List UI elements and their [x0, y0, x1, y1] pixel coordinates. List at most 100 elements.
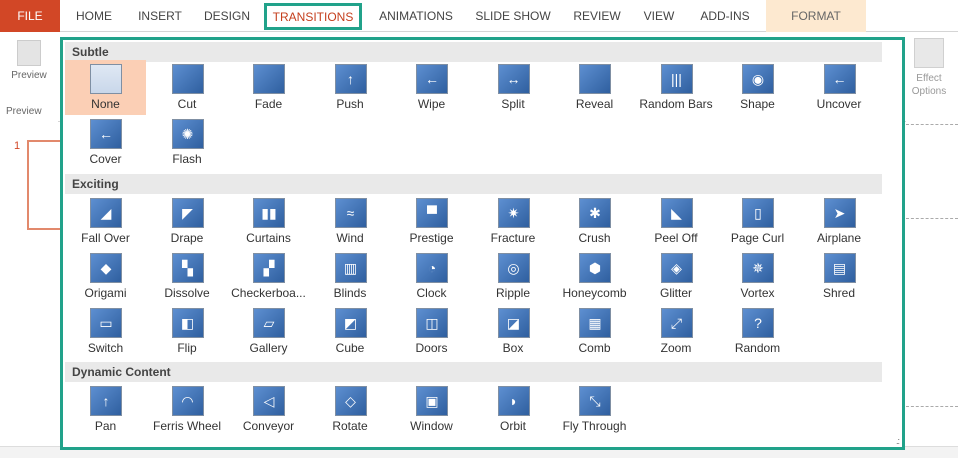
tab-insert[interactable]: INSERT	[130, 0, 190, 32]
transition-window[interactable]: ▣ Window	[391, 382, 472, 437]
transitions-gallery: .: Subtle None Cut Fade ↑ Push ← Wipe ↔ Split Reve…	[60, 37, 905, 450]
transition-label: Ripple	[495, 286, 531, 300]
transition-label: Curtains	[246, 231, 291, 245]
transition-shred[interactable]: ▤ Shred	[799, 249, 880, 304]
transition-zoom[interactable]: ⤢ Zoom	[636, 304, 717, 359]
transition-crush[interactable]: ✱ Crush	[554, 194, 635, 249]
transition-box[interactable]: ◪ Box	[473, 304, 554, 359]
transition-prestige[interactable]: ▀ Prestige	[391, 194, 472, 249]
transition-checkerboard[interactable]: ▞ Checkerboa...	[228, 249, 309, 304]
transition-curtains[interactable]: ▮▮ Curtains	[228, 194, 309, 249]
transition-flash[interactable]: ✺ Flash	[147, 115, 228, 170]
conveyor-icon: ◁	[253, 386, 285, 416]
transition-peel-off[interactable]: ◣ Peel Off	[636, 194, 717, 249]
page-curl-icon: ▯	[742, 198, 774, 228]
transition-comb[interactable]: ▦ Comb	[554, 304, 635, 359]
transition-wind[interactable]: ≈ Wind	[310, 194, 391, 249]
slide-thumbnail[interactable]	[27, 140, 61, 230]
transition-random-bars[interactable]: ||| Random Bars	[636, 60, 717, 115]
transition-glitter[interactable]: ◈ Glitter	[636, 249, 717, 304]
transition-honeycomb[interactable]: ⬢ Honeycomb	[554, 249, 635, 304]
transition-origami[interactable]: ◆ Origami	[65, 249, 146, 304]
slide-number: 1	[14, 140, 21, 152]
fall-over-icon: ◢	[90, 198, 122, 228]
transition-drape[interactable]: ◤ Drape	[147, 194, 228, 249]
glitter-icon: ◈	[660, 253, 693, 283]
transition-fall-over[interactable]: ◢ Fall Over	[65, 194, 146, 249]
transition-flip[interactable]: ◧ Flip	[147, 304, 228, 359]
tab-format[interactable]: FORMAT	[766, 0, 866, 32]
transition-blinds[interactable]: ▥ Blinds	[310, 249, 391, 304]
transition-fracture[interactable]: ✷ Fracture	[473, 194, 554, 249]
honeycomb-icon: ⬢	[579, 253, 611, 283]
transition-split[interactable]: ↔ Split	[473, 60, 554, 115]
shred-icon: ▤	[823, 253, 856, 283]
transition-switch[interactable]: ▭ Switch	[65, 304, 146, 359]
transition-label: Clock	[416, 286, 447, 300]
transition-none[interactable]: None	[65, 60, 146, 115]
transition-label: Switch	[87, 341, 124, 355]
transition-label: Push	[336, 97, 364, 111]
push-icon: ↑	[334, 64, 367, 94]
tab-design[interactable]: DESIGN	[196, 0, 258, 32]
transition-label: Comb	[578, 341, 611, 355]
effect-options-button[interactable]: Effect Options	[906, 38, 952, 98]
zoom-icon: ⤢	[660, 308, 693, 338]
tab-animations[interactable]: ANIMATIONS	[370, 0, 462, 32]
transition-ripple[interactable]: ◎ Ripple	[473, 249, 554, 304]
transition-gallery[interactable]: ▱ Gallery	[228, 304, 309, 359]
transition-cube[interactable]: ◩ Cube	[310, 304, 391, 359]
tab-transitions[interactable]: TRANSITIONS	[264, 3, 362, 30]
tab-home[interactable]: HOME	[64, 0, 124, 32]
transition-dissolve[interactable]: ▚ Dissolve	[147, 249, 228, 304]
peel-off-icon: ◣	[660, 198, 693, 228]
transition-clock[interactable]: ◔ Clock	[391, 249, 472, 304]
transition-label: Gallery	[249, 341, 288, 355]
transition-ferris-wheel[interactable]: ◠ Ferris Wheel	[147, 382, 228, 437]
transition-wipe[interactable]: ← Wipe	[391, 60, 472, 115]
transition-label: Peel Off	[654, 231, 698, 245]
resize-grip-icon[interactable]: .:	[896, 436, 900, 446]
uncover-icon: ←	[823, 64, 856, 94]
transition-label: Drape	[170, 231, 204, 245]
tab-view[interactable]: VIEW	[636, 0, 682, 32]
fade-icon	[253, 64, 285, 94]
tab-file[interactable]: FILE	[0, 0, 60, 32]
transition-label: Zoom	[660, 341, 692, 355]
transition-label: Conveyor	[242, 419, 295, 433]
transition-orbit[interactable]: ◗ Orbit	[473, 382, 554, 437]
transition-reveal[interactable]: Reveal	[554, 60, 635, 115]
transition-fade[interactable]: Fade	[228, 60, 309, 115]
transition-label: Orbit	[499, 419, 526, 433]
transition-random[interactable]: ? Random	[717, 304, 798, 359]
transition-doors[interactable]: ◫ Doors	[391, 304, 472, 359]
ribbon-tab-bar: FILE HOME INSERT DESIGN TRANSITIONS ANIM…	[0, 0, 958, 32]
transition-label: Prestige	[409, 231, 454, 245]
preview-group-label: Preview	[6, 106, 42, 117]
transition-label: Wind	[336, 231, 364, 245]
transition-page-curl[interactable]: ▯ Page Curl	[717, 194, 798, 249]
transition-push[interactable]: ↑ Push	[310, 60, 391, 115]
transition-label: Checkerboa...	[231, 286, 306, 300]
crush-icon: ✱	[579, 198, 611, 228]
transition-pan[interactable]: ↑ Pan	[65, 382, 146, 437]
transition-label: Vortex	[740, 286, 775, 300]
transition-airplane[interactable]: ➤ Airplane	[799, 194, 880, 249]
transition-vortex[interactable]: ✵ Vortex	[717, 249, 798, 304]
preview-button[interactable]: Preview	[6, 40, 52, 81]
transition-label: Crush	[578, 231, 611, 245]
transition-shape[interactable]: ◉ Shape	[717, 60, 798, 115]
transition-fly-through[interactable]: ⤡ Fly Through	[554, 382, 635, 437]
transition-label: Page Curl	[730, 231, 785, 245]
tab-slide-show[interactable]: SLIDE SHOW	[470, 0, 556, 32]
tab-review[interactable]: REVIEW	[566, 0, 628, 32]
transition-uncover[interactable]: ← Uncover	[799, 60, 880, 115]
transition-label: Shape	[740, 97, 775, 111]
transition-rotate[interactable]: ◇ Rotate	[310, 382, 391, 437]
tab-add-ins[interactable]: ADD-INS	[690, 0, 760, 32]
transition-conveyor[interactable]: ◁ Conveyor	[228, 382, 309, 437]
transition-cover[interactable]: ← Cover	[65, 115, 146, 170]
transition-label: Fall Over	[81, 231, 130, 245]
switch-icon: ▭	[90, 308, 122, 338]
transition-cut[interactable]: Cut	[147, 60, 228, 115]
